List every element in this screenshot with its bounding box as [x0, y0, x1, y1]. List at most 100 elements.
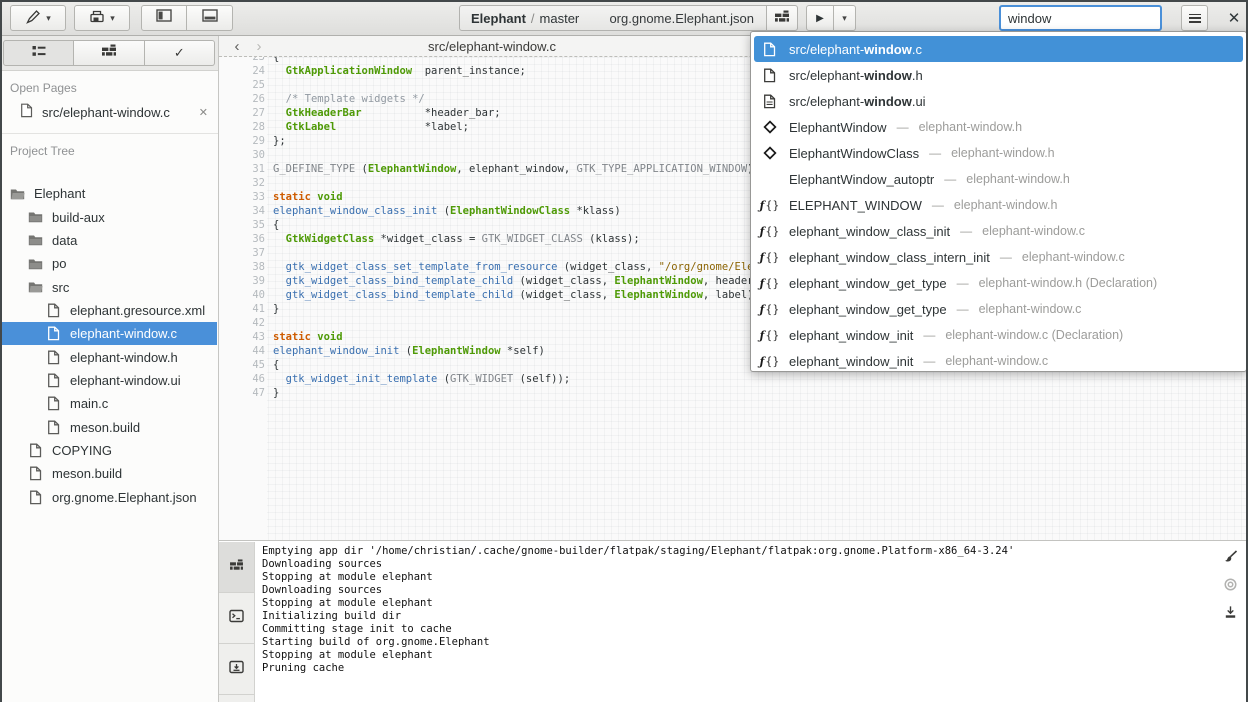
- tree-item-src[interactable]: src: [0, 275, 217, 298]
- code-text: static void: [273, 190, 343, 204]
- code-line-47[interactable]: 47}: [219, 386, 1248, 400]
- terminal-icon: [229, 609, 244, 628]
- hamburger-icon: [1189, 14, 1201, 23]
- tree-item-elephant-window.ui[interactable]: elephant-window.ui: [0, 369, 217, 392]
- menu-button[interactable]: [1181, 5, 1208, 31]
- record-log-button[interactable]: [1221, 577, 1239, 595]
- line-number: 41: [219, 302, 265, 316]
- tree-item-COPYING[interactable]: COPYING: [0, 439, 217, 462]
- tree-item-meson.build[interactable]: meson.build: [0, 462, 217, 485]
- result-location: elephant-window.c: [982, 224, 1085, 238]
- bottom-panel-tab-strip: [219, 542, 255, 702]
- search-result-row[interactable]: ElephantWindow_autoptr—elephant-window.h: [754, 166, 1243, 192]
- tab-build-output[interactable]: [219, 542, 254, 593]
- search-result-row[interactable]: ƒ{}elephant_window_get_type—elephant-win…: [754, 296, 1243, 322]
- tree-item-meson.build[interactable]: meson.build: [0, 415, 217, 438]
- save-log-button[interactable]: [1221, 605, 1239, 623]
- result-title: ElephantWindowClass: [789, 146, 919, 161]
- search-result-row[interactable]: ƒ{}elephant_window_class_init—elephant-w…: [754, 218, 1243, 244]
- window-close-button[interactable]: ✕: [1221, 5, 1247, 31]
- tree-item-build-aux[interactable]: build-aux: [0, 205, 217, 228]
- result-separator: —: [1000, 250, 1012, 264]
- line-number: 33: [219, 190, 265, 204]
- gnome-builder-window: ▾ ▾ Elephant/master org.gnome.Elephant.j…: [0, 0, 1248, 702]
- class-icon: [761, 120, 778, 134]
- search-result-row[interactable]: ElephantWindow—elephant-window.h: [754, 114, 1243, 140]
- project-tree-label: Project Tree: [0, 134, 218, 162]
- folder-icon: [27, 258, 43, 270]
- search-result-row[interactable]: ƒ{}ELEPHANT_WINDOW—elephant-window.h: [754, 192, 1243, 218]
- tab-open-pages[interactable]: [3, 40, 74, 66]
- line-number: 36: [219, 232, 265, 246]
- log-line: Starting build of org.gnome.Elephant: [262, 636, 1218, 649]
- toggle-left-panel-button[interactable]: [141, 5, 187, 31]
- search-result-row[interactable]: ƒ{}elephant_window_get_type—elephant-win…: [754, 270, 1243, 296]
- log-line: Initializing build dir: [262, 610, 1218, 623]
- build-button[interactable]: [766, 6, 797, 30]
- result-separator: —: [923, 354, 935, 368]
- tab-terminal[interactable]: [219, 593, 254, 644]
- log-line: Stopping at module elephant: [262, 649, 1218, 662]
- run-options-button[interactable]: ▾: [834, 5, 856, 31]
- folder-open-icon: [9, 188, 25, 200]
- search-result-row[interactable]: ElephantWindowClass—elephant-window.h: [754, 140, 1243, 166]
- search-result-row[interactable]: src/elephant-window.c: [754, 36, 1243, 62]
- breadcrumb[interactable]: Elephant/master org.gnome.Elephant.json: [459, 5, 798, 31]
- log-line: Stopping at module elephant: [262, 597, 1218, 610]
- device-selector-button[interactable]: ▾: [74, 5, 130, 31]
- toggle-bottom-panel-button[interactable]: [187, 5, 233, 31]
- line-number: 24: [219, 64, 265, 78]
- file-icon: [761, 68, 778, 83]
- code-text: GtkHeaderBar *header_bar;: [273, 106, 501, 120]
- code-line-46[interactable]: 46 gtk_widget_init_template (GTK_WIDGET …: [219, 372, 1248, 386]
- code-text: gtk_widget_init_template (GTK_WIDGET (se…: [273, 372, 570, 386]
- search-result-row[interactable]: src/elephant-window.ui: [754, 88, 1243, 114]
- class-icon: [761, 146, 778, 160]
- global-search-input[interactable]: [999, 5, 1162, 31]
- tree-item-elephant-window.h[interactable]: elephant-window.h: [0, 345, 217, 368]
- search-result-row[interactable]: ƒ{}elephant_window_class_intern_init—ele…: [754, 244, 1243, 270]
- close-page-icon[interactable]: ✕: [199, 106, 208, 119]
- code-text: }: [273, 302, 279, 316]
- result-title: elephant_window_init: [789, 354, 913, 369]
- tree-item-po[interactable]: po: [0, 252, 217, 275]
- editor-mode-button[interactable]: ▾: [10, 5, 66, 31]
- tree-item-label: main.c: [70, 396, 108, 411]
- pen-icon: [25, 9, 41, 28]
- search-result-row[interactable]: ƒ{}elephant_window_init—elephant-window.…: [754, 348, 1243, 372]
- result-title: elephant_window_class_intern_init: [789, 250, 990, 265]
- build-log[interactable]: Emptying app dir '/home/christian/.cache…: [262, 545, 1218, 700]
- code-text: {: [273, 358, 279, 372]
- chevron-down-icon: ▾: [110, 14, 115, 23]
- tab-todo[interactable]: ✓: [145, 40, 215, 66]
- tree-item-main.c[interactable]: main.c: [0, 392, 217, 415]
- tree-item-elephant-window.c[interactable]: elephant-window.c: [0, 322, 217, 345]
- folder-icon: [27, 211, 43, 223]
- open-page-row[interactable]: src/elephant-window.c ✕: [0, 99, 218, 125]
- device-icon: [89, 9, 105, 28]
- search-result-row[interactable]: ƒ{}elephant_window_init—elephant-window.…: [754, 322, 1243, 348]
- tree-item-Elephant[interactable]: Elephant: [0, 182, 217, 205]
- result-separator: —: [957, 276, 969, 290]
- tab-runtime-terminal[interactable]: [219, 644, 254, 695]
- log-line: Stopping at module elephant: [262, 571, 1218, 584]
- search-result-row[interactable]: src/elephant-window.h: [754, 62, 1243, 88]
- result-location: elephant-window.c: [979, 302, 1082, 316]
- tab-build-targets[interactable]: [74, 40, 144, 66]
- result-separator: —: [923, 328, 935, 342]
- build-output-panel: Emptying app dir '/home/christian/.cache…: [219, 540, 1248, 702]
- folder-icon: [27, 234, 43, 246]
- result-separator: —: [932, 198, 944, 212]
- result-location: elephant-window.c: [1022, 250, 1125, 264]
- run-button[interactable]: ▶: [806, 5, 834, 31]
- result-separator: —: [897, 120, 909, 134]
- clear-log-button[interactable]: [1221, 549, 1239, 567]
- code-text: gtk_widget_class_bind_template_child (wi…: [273, 274, 753, 288]
- tree-item-data[interactable]: data: [0, 229, 217, 252]
- search-results-popup: src/elephant-window.csrc/elephant-window…: [750, 31, 1247, 372]
- tree-item-org.gnome.Elephant.json[interactable]: org.gnome.Elephant.json: [0, 485, 217, 508]
- line-number: 38: [219, 260, 265, 274]
- chevron-down-icon: ▾: [46, 14, 51, 23]
- tree-item-label: elephant.gresource.xml: [70, 303, 205, 318]
- tree-item-elephant.gresource.xml[interactable]: elephant.gresource.xml: [0, 299, 217, 322]
